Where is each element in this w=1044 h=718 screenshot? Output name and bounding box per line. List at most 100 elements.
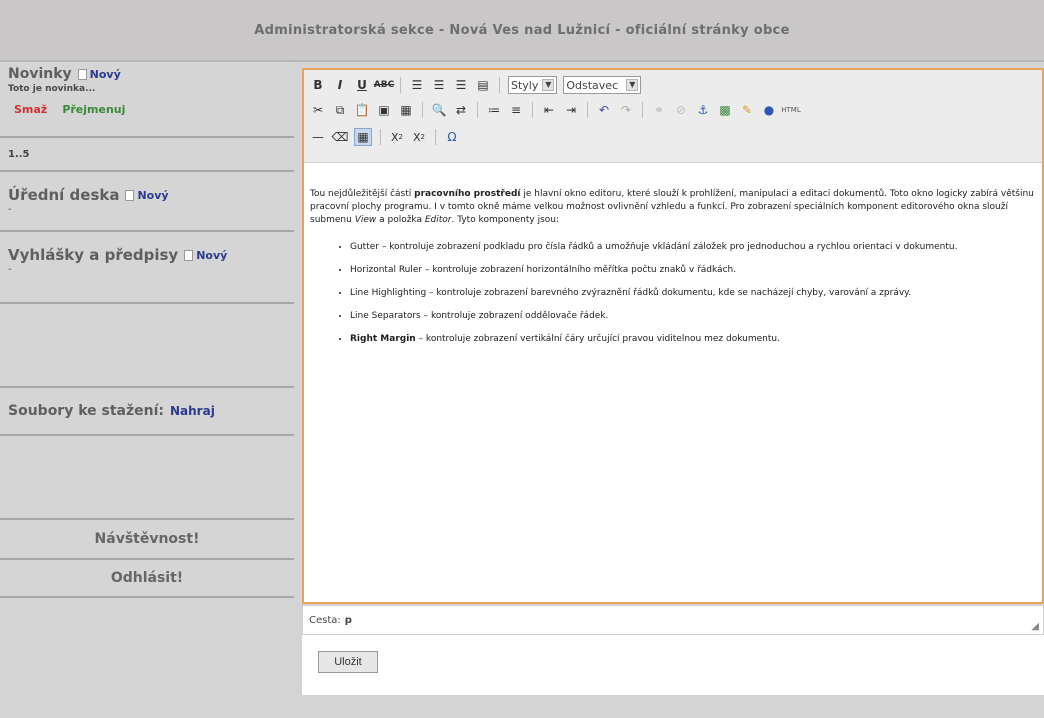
intro-bold: pracovního prostředí [414, 189, 521, 199]
subscript-icon[interactable]: X2 [389, 129, 405, 145]
new-document-icon [125, 189, 135, 201]
intro-end: . Tyto komponenty jsou: [451, 215, 560, 226]
section-soubory: Soubory ke stažení: Nahraj [0, 388, 294, 436]
empty-panel [0, 304, 294, 388]
page-header: Administratorská sekce - Nová Ves nad Lu… [0, 0, 1044, 62]
replace-icon[interactable]: ⇄ [453, 102, 469, 118]
list-item: Line Highlighting – kontroluje zobrazení… [350, 287, 1036, 300]
novinky-pagination[interactable]: 1..5 [8, 149, 30, 160]
bullet-list-icon[interactable]: ≔ [486, 102, 502, 118]
chevron-down-icon: ▼ [626, 79, 639, 91]
cleanup-icon[interactable]: ✎ [739, 102, 755, 118]
superscript-icon[interactable]: X2 [411, 129, 427, 145]
list-item-bold: Right Margin [350, 334, 416, 345]
section-uredni-deska: Úřední deska Nový - [0, 172, 294, 232]
list-item: Horizontal Ruler – kontroluje zobrazení … [350, 264, 1036, 277]
paste-icon[interactable]: 📋 [354, 102, 370, 118]
indent-icon[interactable]: ⇥ [563, 102, 579, 118]
new-document-icon [77, 68, 87, 80]
section-novinky: Novinky Nový Toto je novinka... Smaž Pře… [0, 62, 294, 138]
bold-icon[interactable]: B [310, 77, 326, 93]
numbered-list-icon[interactable]: ≡ [508, 102, 524, 118]
list-item: Gutter – kontroluje zobrazení podkladu p… [350, 241, 1036, 254]
novinky-title: Novinky [8, 66, 72, 82]
editor-status-bar: Cesta: p ◢ [302, 605, 1044, 635]
toolbar-row-2: ✂ ⧉ 📋 ▣ ▦ 🔍 ⇄ ≔ ≡ ⇤ ⇥ ↶ ↷ ⚭ ⊘ ⚓ ▩ ✎ ● HT… [310, 102, 801, 118]
undo-icon[interactable]: ↶ [596, 102, 612, 118]
intro-and: a položka [376, 215, 425, 226]
intro-view: View [354, 215, 377, 226]
path-value[interactable]: p [345, 615, 352, 626]
anchor-icon[interactable]: ⚓ [695, 102, 711, 118]
toolbar-separator [400, 77, 401, 93]
content-intro: Tou nejdůležitější částí pracovního pros… [310, 188, 1036, 227]
navstevnost-row: Návštěvnost! [0, 520, 294, 560]
underline-icon[interactable]: U [354, 77, 370, 93]
format-select[interactable]: Odstavec ▼ [563, 76, 642, 94]
find-icon[interactable]: 🔍 [431, 102, 447, 118]
soubory-title: Soubory ke stažení: [8, 403, 164, 419]
toolbar-separator [587, 102, 588, 118]
image-icon[interactable]: ▩ [717, 102, 733, 118]
align-left-icon[interactable]: ☰ [409, 77, 425, 93]
novinky-rename-link[interactable]: Přejmenuj [62, 103, 125, 116]
uredni-deska-empty: - [8, 204, 12, 215]
toolbar-separator [435, 129, 436, 145]
style-select-value: Styly [511, 78, 539, 92]
chevron-down-icon: ▼ [542, 79, 555, 91]
uredni-deska-title: Úřední deska [8, 186, 120, 204]
toolbar-separator [532, 102, 533, 118]
cut-icon[interactable]: ✂ [310, 102, 326, 118]
outdent-icon[interactable]: ⇤ [541, 102, 557, 118]
main-area: B I U ABC ☰ ☰ ☰ ▤ Styly ▼ Odstavec ▼ ✂ ⧉… [298, 62, 1044, 718]
editor-toolbar: B I U ABC ☰ ☰ ☰ ▤ Styly ▼ Odstavec ▼ ✂ ⧉… [304, 70, 1042, 163]
soubory-upload-link[interactable]: Nahraj [170, 404, 215, 418]
align-right-icon[interactable]: ☰ [453, 77, 469, 93]
navstevnost-link[interactable]: Návštěvnost! [95, 531, 200, 547]
resize-handle-icon[interactable]: ◢ [1031, 621, 1039, 632]
intro-text: Tou nejdůležitější částí [310, 189, 415, 199]
copy-icon[interactable]: ⧉ [332, 102, 348, 118]
logout-link[interactable]: Odhlásit! [111, 570, 183, 586]
link-icon[interactable]: ⚭ [651, 102, 667, 118]
paste-text-icon[interactable]: ▣ [376, 102, 392, 118]
novinky-delete-link[interactable]: Smaž [14, 103, 47, 116]
toolbar-separator [380, 129, 381, 145]
editor-content[interactable]: Tou nejdůležitější částí pracovního pros… [304, 178, 1042, 602]
toolbar-separator [477, 102, 478, 118]
format-select-value: Odstavec [566, 78, 619, 92]
vyhlasky-title: Vyhlášky a předpisy [8, 246, 179, 264]
align-center-icon[interactable]: ☰ [431, 77, 447, 93]
novinky-new-link[interactable]: Nový [90, 68, 121, 81]
novinky-item-text: Toto je novinka... [8, 84, 96, 94]
vyhlasky-empty: - [8, 264, 12, 275]
strikethrough-icon[interactable]: ABC [374, 77, 394, 93]
component-list: Gutter – kontroluje zobrazení podkladu p… [310, 241, 1036, 346]
novinky-pagination-row: 1..5 [0, 138, 294, 172]
intro-editor: Editor [424, 215, 452, 226]
rich-text-editor: B I U ABC ☰ ☰ ☰ ▤ Styly ▼ Odstavec ▼ ✂ ⧉… [302, 68, 1044, 604]
italic-icon[interactable]: I [332, 77, 348, 93]
uredni-deska-new-link[interactable]: Nový [137, 189, 168, 202]
align-justify-icon[interactable]: ▤ [475, 77, 491, 93]
style-select[interactable]: Styly ▼ [508, 76, 558, 94]
toolbar-separator [422, 102, 423, 118]
special-char-icon[interactable]: Ω [444, 129, 460, 145]
help-icon[interactable]: ● [761, 102, 777, 118]
unlink-icon[interactable]: ⊘ [673, 102, 689, 118]
html-icon[interactable]: HTML [781, 102, 800, 118]
redo-icon[interactable]: ↷ [618, 102, 634, 118]
save-button[interactable]: Uložit [318, 651, 378, 673]
remove-format-icon[interactable]: ⌫ [332, 129, 349, 145]
list-item: Line Separators – kontroluje zobrazení o… [350, 310, 1036, 323]
page-title: Administratorská sekce - Nová Ves nad Lu… [254, 22, 790, 38]
new-document-icon [184, 249, 194, 261]
visual-aid-icon[interactable]: ▦ [354, 128, 372, 146]
horizontal-rule-icon[interactable]: — [310, 129, 326, 145]
toolbar-separator [642, 102, 643, 118]
vyhlasky-new-link[interactable]: Nový [196, 249, 227, 262]
paste-word-icon[interactable]: ▦ [398, 102, 414, 118]
path-label: Cesta: [309, 614, 341, 626]
toolbar-separator [499, 77, 500, 93]
empty-panel-2 [0, 436, 294, 520]
